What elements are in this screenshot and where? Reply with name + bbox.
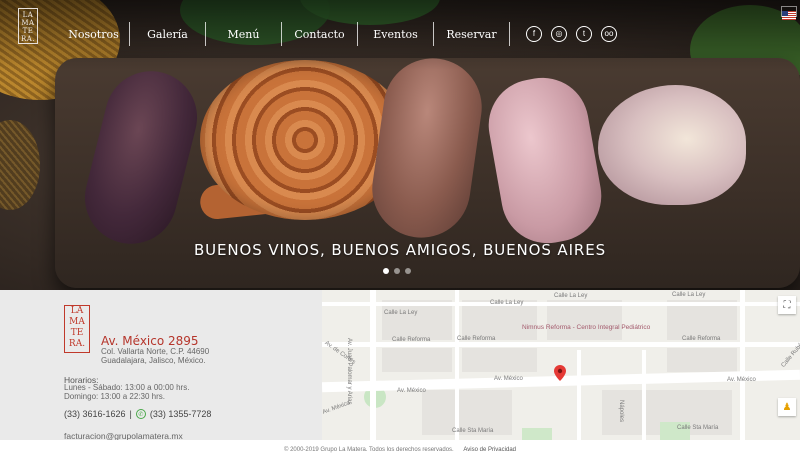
nav-reservar[interactable]: Reservar (434, 22, 510, 46)
street-label: Av. México (494, 376, 523, 382)
nav-menu[interactable]: Menú (206, 22, 282, 46)
street-label: Calle Reforma (392, 337, 431, 343)
slider-dot-3[interactable] (405, 268, 411, 274)
map-block (667, 348, 737, 372)
fullscreen-icon[interactable]: ⛶ (778, 296, 796, 314)
hours-line-1: Lunes - Sábado: 13:00 a 00:00 hrs. (64, 383, 190, 392)
map-road-juan-palomar (370, 290, 376, 440)
info-logo-line: MA (69, 317, 85, 327)
street-label: Av. México (727, 377, 756, 383)
map-road-vertical (455, 290, 459, 440)
poi-label: Nimnus Reforma - Centro Integral Pediátr… (522, 324, 651, 331)
pegman-icon[interactable]: ♟ (778, 398, 796, 416)
contact-info-panel: LA MA TE RA. Av. México 2895 Col. Vallar… (0, 290, 322, 441)
street-label: Calle La Ley (672, 292, 706, 298)
hero-slider[interactable]: LA MA TE RA. Nosotros Galería Menú Conta… (0, 0, 800, 290)
privacy-link[interactable]: Aviso de Privacidad (463, 447, 516, 453)
molleja-image (598, 85, 746, 205)
info-logo-line: RA. (68, 339, 86, 349)
tripadvisor-icon[interactable]: oo (601, 26, 617, 42)
map-block (667, 300, 737, 340)
nav-nosotros[interactable]: Nosotros (58, 22, 130, 46)
info-logo: LA MA TE RA. (64, 305, 90, 353)
phone-link-2[interactable]: (33) 1355-7728 (150, 409, 212, 419)
street-label: Av. México (397, 388, 426, 394)
address-line-1: Col. Vallarta Norte, C.P. 44690 (101, 347, 210, 356)
map-block (547, 300, 622, 340)
phone-link-1[interactable]: (33) 3616-1626 (64, 409, 126, 419)
us-flag-icon[interactable] (781, 6, 797, 20)
instagram-icon[interactable]: ◎ (551, 26, 567, 42)
map-road-la-ley (322, 302, 800, 306)
facebook-icon[interactable]: f (526, 26, 542, 42)
phone-numbers: (33) 3616-1626 | ✆ (33) 1355-7728 (64, 409, 211, 419)
map-park (522, 428, 552, 440)
nav-eventos[interactable]: Eventos (358, 22, 434, 46)
twitter-icon[interactable]: t (576, 26, 592, 42)
map-road-vertical (740, 290, 745, 440)
nav-galeria[interactable]: Galería (130, 22, 206, 46)
map-block (382, 300, 452, 340)
twine-decoration-2 (0, 120, 40, 210)
slider-dots (383, 268, 411, 274)
street-label: Calle Rubén Darío (780, 327, 800, 369)
phone-separator: | (129, 409, 132, 419)
slider-dot-1[interactable] (383, 268, 389, 274)
address-title: Av. México 2895 (101, 334, 199, 348)
brand-logo[interactable]: LA MA TE RA. (18, 8, 38, 44)
hero-title: BUENOS VINOS, BUENOS AMIGOS, BUENOS AIRE… (193, 241, 607, 259)
info-logo-line: LA (70, 306, 84, 316)
copyright-text: © 2000-2019 Grupo La Matera. Todos los d… (283, 447, 454, 453)
street-label: Calle Sta María (677, 425, 719, 431)
street-label: Calle La Ley (554, 293, 588, 299)
map-road-vertical (642, 350, 646, 440)
nav-contacto[interactable]: Contacto (282, 22, 358, 46)
info-logo-line: TE (70, 328, 84, 338)
address-line-2: Guadalajara, Jalisco, México. (101, 356, 206, 365)
google-map[interactable]: Calle La Ley Calle La Ley Calle La Ley C… (322, 290, 800, 440)
whatsapp-icon: ✆ (135, 409, 146, 419)
hours-line-2: Domingo: 13:00 a 22:30 hrs. (64, 392, 165, 401)
street-label: Calle Reforma (457, 336, 496, 342)
street-label: Nápoles (618, 399, 625, 423)
street-label: Av. Juan Palomar y Arias (346, 338, 352, 405)
map-block (462, 348, 537, 372)
footer: © 2000-2019 Grupo La Matera. Todos los d… (0, 440, 800, 461)
map-block (382, 348, 452, 372)
map-road-vertical (577, 350, 581, 440)
social-links: f ◎ t oo (526, 26, 617, 42)
brand-logo-text: LA MA TE RA. (20, 11, 36, 43)
main-nav: Nosotros Galería Menú Contacto Eventos R… (58, 22, 510, 46)
street-label: Calle Sta María (452, 428, 494, 434)
street-label: Calle Reforma (682, 336, 721, 342)
page: LA MA TE RA. Nosotros Galería Menú Conta… (0, 0, 800, 461)
location-pin-icon[interactable] (554, 365, 566, 381)
street-label: Calle La Ley (490, 300, 524, 306)
street-label: Calle La Ley (384, 310, 418, 316)
slider-dot-2[interactable] (394, 268, 400, 274)
map-block (462, 300, 537, 340)
